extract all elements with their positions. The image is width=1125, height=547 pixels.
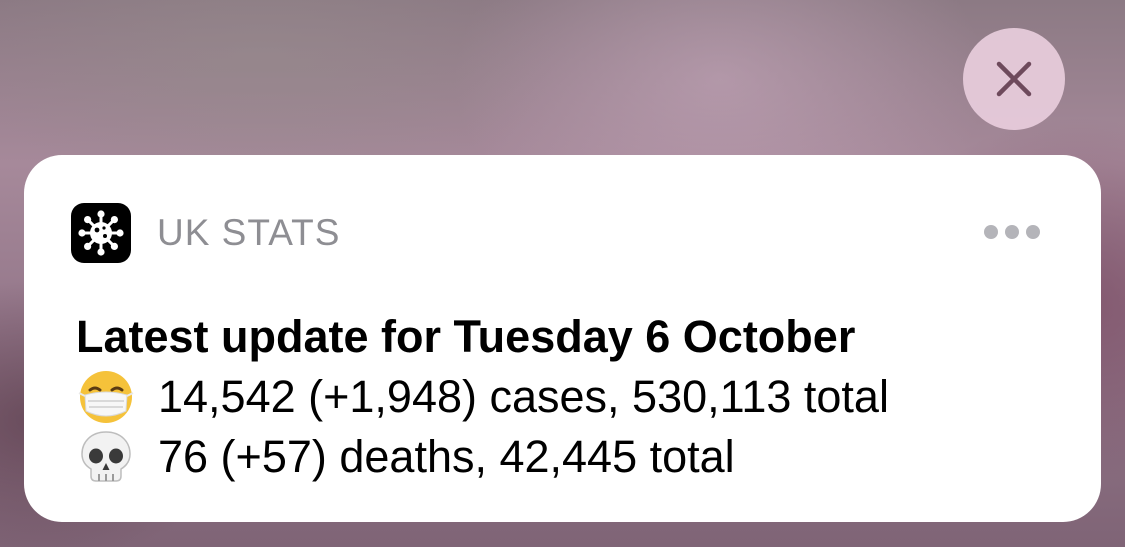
deaths-line: 76 (+57) deaths, 42,445 total	[76, 427, 735, 487]
face-with-medical-mask-icon	[76, 369, 138, 425]
close-button[interactable]	[963, 28, 1065, 130]
skull-icon	[76, 429, 138, 485]
cases-text: 14,542 (+1,948) cases, 530,113 total	[158, 371, 889, 422]
notification-title: Latest update for Tuesday 6 October	[76, 311, 856, 362]
notification-card[interactable]: UK STATS Latest update for Tuesday 6 Oct…	[24, 155, 1101, 522]
more-options-button[interactable]	[972, 217, 1052, 247]
close-icon	[996, 61, 1032, 97]
deaths-text: 76 (+57) deaths, 42,445 total	[158, 431, 735, 482]
cases-line: 14,542 (+1,948) cases, 530,113 total	[76, 367, 889, 427]
more-icon	[984, 225, 998, 239]
virus-icon	[71, 203, 131, 263]
app-name: UK STATS	[157, 212, 341, 253]
